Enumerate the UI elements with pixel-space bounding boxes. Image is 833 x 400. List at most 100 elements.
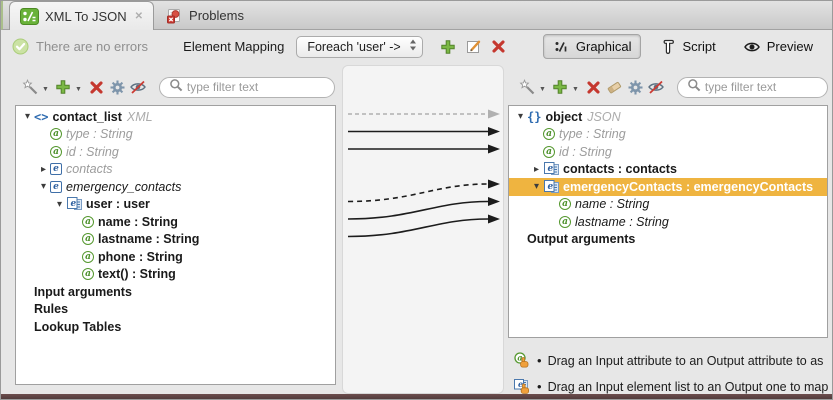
script-icon	[659, 37, 678, 56]
dropdown-caret-icon[interactable]: ▼	[42, 86, 49, 93]
element-mapping-select[interactable]: Foreach 'user' ->	[296, 36, 422, 58]
tree-node-contacts[interactable]: ▸econtacts	[16, 161, 335, 179]
attribute-icon: a	[50, 128, 62, 140]
tab-bar: XML To JSON ✕ Problems	[1, 1, 832, 30]
expander-icon[interactable]: ▾	[514, 111, 527, 122]
tree-node-label: Input arguments	[34, 285, 132, 299]
schema-type-suffix: XML	[127, 110, 153, 124]
tree-node-label: contacts : contacts	[563, 162, 677, 176]
tree-node-input-arguments[interactable]: Input arguments	[16, 283, 335, 301]
expander-icon[interactable]: ▸	[37, 164, 50, 175]
eraser-icon[interactable]	[605, 78, 624, 97]
tree-node-type-string[interactable]: atype : String	[509, 126, 827, 144]
tree-node-label: emergency_contacts	[66, 180, 181, 194]
mapping-arrowhead	[488, 145, 500, 154]
tab-label: XML To JSON	[45, 9, 127, 24]
tree-node-label: phone : String	[98, 250, 183, 264]
attribute-icon: a	[82, 251, 94, 263]
output-filter-field[interactable]	[705, 80, 818, 94]
delete-icon[interactable]	[87, 78, 106, 97]
xml-root-icon: <>	[34, 110, 48, 124]
graphical-icon	[552, 37, 571, 56]
mapping-line-lastname-to-lastname[interactable]	[348, 219, 488, 237]
dropdown-caret-icon[interactable]: ▼	[75, 86, 82, 93]
wand-icon[interactable]	[21, 78, 40, 97]
mapping-lines	[343, 66, 503, 393]
view-toggle-group: Graphical Script Preview	[543, 34, 822, 59]
gear-icon[interactable]	[108, 78, 127, 97]
tree-node-label: Rules	[34, 302, 68, 316]
tree-node-id-string[interactable]: aid : String	[509, 143, 827, 161]
input-filter-field[interactable]	[187, 80, 325, 94]
dropdown-caret-icon[interactable]: ▼	[572, 86, 579, 93]
tree-node-text-string[interactable]: atext() : String	[16, 266, 335, 284]
input-filter[interactable]	[159, 77, 335, 98]
tree-node-contact-list[interactable]: ▾<>contact_listXML	[16, 108, 335, 126]
tree-node-lookup-tables[interactable]: Lookup Tables	[16, 318, 335, 336]
wand-icon[interactable]	[518, 78, 537, 97]
attribute-icon: a	[82, 233, 94, 245]
datamapper-view: XML To JSON ✕ Problems There are no erro…	[0, 0, 833, 400]
gear-icon[interactable]	[626, 78, 645, 97]
tree-node-label: type : String	[66, 127, 133, 141]
hint-attribute-drag: a • Drag an Input attribute to an Output…	[512, 351, 832, 370]
tree-node-emergencycontacts-emergencycontacts[interactable]: ▾eemergencyContacts : emergencyContacts	[509, 178, 827, 196]
expander-icon[interactable]: ▸	[530, 164, 543, 175]
expander-icon[interactable]: ▾	[37, 181, 50, 192]
svg-text:e: e	[548, 164, 554, 174]
add-mapping-button[interactable]	[439, 37, 458, 56]
add-icon[interactable]	[54, 78, 73, 97]
script-button[interactable]: Script	[650, 34, 725, 59]
search-icon	[169, 78, 183, 97]
graphical-button[interactable]: Graphical	[543, 34, 641, 59]
input-panel-toolbar: ▼▼	[9, 65, 339, 101]
tree-node-user-user[interactable]: ▾euser : user	[16, 196, 335, 214]
tree-node-phone-string[interactable]: a phone : String	[16, 248, 335, 266]
delete-icon[interactable]	[584, 78, 603, 97]
expander-icon[interactable]: ▾	[530, 181, 543, 192]
dropdown-caret-icon[interactable]: ▼	[539, 86, 546, 93]
preview-button[interactable]: Preview	[734, 34, 822, 59]
element-list-icon: e	[543, 162, 560, 176]
mapping-line-user-to-emergencyContacts[interactable]	[348, 184, 488, 202]
edit-mapping-button[interactable]	[464, 37, 483, 56]
tab-problems[interactable]: Problems	[154, 1, 254, 29]
json-root-icon: {}	[527, 110, 541, 124]
hide-icon[interactable]	[129, 78, 148, 97]
attribute-icon: a	[559, 198, 571, 210]
output-filter[interactable]	[677, 77, 828, 98]
tree-node-object[interactable]: ▾{}objectJSON	[509, 108, 827, 126]
output-panel: ▼▼ ▾{}objectJSONatype : Stringaid : Stri…	[506, 65, 832, 393]
tree-node-name-string[interactable]: aname : String	[509, 196, 827, 214]
datamapper-icon	[20, 7, 39, 26]
tree-node-emergency-contacts[interactable]: ▾e emergency_contacts	[16, 178, 335, 196]
element-icon: e	[50, 181, 62, 193]
hide-icon[interactable]	[647, 78, 666, 97]
tree-node-id-string[interactable]: aid : String	[16, 143, 335, 161]
tree-node-contacts-contacts[interactable]: ▸ e contacts : contacts	[509, 161, 827, 179]
add-icon[interactable]	[551, 78, 570, 97]
tree-node-label: id : String	[559, 145, 612, 159]
mapping-actions	[439, 37, 508, 56]
output-panel-toolbar: ▼▼	[506, 65, 832, 101]
tree-node-name-string[interactable]: aname : String	[16, 213, 335, 231]
tree-node-lastname-string[interactable]: alastname : String	[16, 231, 335, 249]
svg-text:e: e	[548, 182, 554, 192]
mapping-arrowhead	[488, 110, 500, 119]
expander-icon[interactable]: ▾	[53, 199, 66, 210]
tree-node-rules[interactable]: Rules	[16, 301, 335, 319]
close-icon[interactable]: ✕	[135, 11, 143, 22]
mapping-toolbar: There are no errors Element Mapping Fore…	[1, 30, 832, 63]
tree-node-label: lastname : String	[575, 215, 669, 229]
tree-node-type-string[interactable]: a type : String	[16, 126, 335, 144]
tab-xml-to-json[interactable]: XML To JSON ✕	[9, 1, 154, 30]
delete-mapping-button[interactable]	[489, 37, 508, 56]
tree-node-label: user : user	[86, 197, 150, 211]
mapping-line-name-to-name[interactable]	[348, 202, 488, 220]
tree-node-output-arguments[interactable]: Output arguments	[509, 231, 827, 249]
expander-icon[interactable]: ▾	[21, 111, 34, 122]
element-mapping-label: Element Mapping	[183, 39, 284, 54]
mapping-arrowhead	[488, 127, 500, 136]
schema-type-suffix: JSON	[587, 110, 620, 124]
tree-node-lastname-string[interactable]: alastname : String	[509, 213, 827, 231]
